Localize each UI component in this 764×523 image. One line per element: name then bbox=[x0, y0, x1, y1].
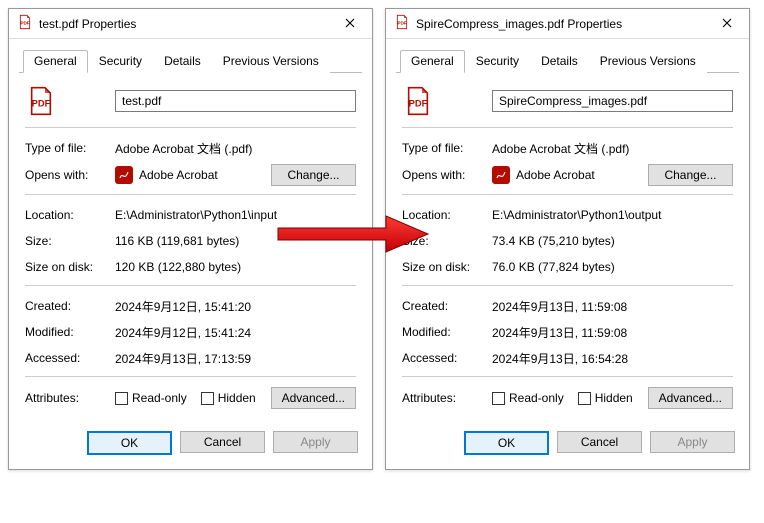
value-created: 2024年9月13日, 11:59:08 bbox=[492, 298, 733, 315]
value-location: E:\Administrator\Python1\input bbox=[115, 208, 356, 222]
tab-content-general: Type of file: Adobe Acrobat 文档 (.pdf) Op… bbox=[9, 73, 372, 421]
separator bbox=[402, 285, 733, 286]
value-size: 73.4 KB (75,210 bytes) bbox=[492, 234, 733, 248]
checkbox-readonly[interactable]: Read-only bbox=[492, 391, 564, 405]
label-opens-with: Opens with: bbox=[25, 168, 115, 182]
label-opens-with: Opens with: bbox=[402, 168, 492, 182]
properties-dialog-left: test.pdf Properties General Security Det… bbox=[8, 8, 373, 470]
window-title: test.pdf Properties bbox=[39, 17, 330, 31]
value-location: E:\Administrator\Python1\output bbox=[492, 208, 733, 222]
label-modified: Modified: bbox=[402, 325, 492, 339]
opens-with-text: Adobe Acrobat bbox=[139, 168, 218, 182]
acrobat-icon bbox=[492, 166, 510, 184]
apply-button[interactable]: Apply bbox=[273, 431, 358, 453]
close-button[interactable] bbox=[707, 9, 747, 37]
value-type-of-file: Adobe Acrobat 文档 (.pdf) bbox=[115, 140, 356, 157]
value-accessed: 2024年9月13日, 17:13:59 bbox=[115, 350, 356, 367]
window-title: SpireCompress_images.pdf Properties bbox=[416, 17, 707, 31]
close-button[interactable] bbox=[330, 9, 370, 37]
checkbox-readonly-label: Read-only bbox=[509, 391, 564, 405]
tab-details[interactable]: Details bbox=[153, 50, 212, 73]
properties-dialog-right: SpireCompress_images.pdf Properties Gene… bbox=[385, 8, 750, 470]
advanced-button[interactable]: Advanced... bbox=[271, 387, 356, 409]
tab-general[interactable]: General bbox=[400, 50, 465, 73]
tab-strip: General Security Details Previous Versio… bbox=[19, 49, 362, 73]
tab-strip: General Security Details Previous Versio… bbox=[396, 49, 739, 73]
file-type-icon bbox=[25, 85, 115, 117]
close-icon bbox=[345, 18, 355, 28]
label-location: Location: bbox=[402, 208, 492, 222]
ok-button[interactable]: OK bbox=[87, 431, 172, 455]
separator bbox=[402, 194, 733, 195]
value-created: 2024年9月12日, 15:41:20 bbox=[115, 298, 356, 315]
filename-input[interactable] bbox=[115, 90, 356, 112]
label-created: Created: bbox=[25, 299, 115, 313]
value-modified: 2024年9月13日, 11:59:08 bbox=[492, 324, 733, 341]
dialog-button-bar: OK Cancel Apply bbox=[386, 421, 749, 469]
opens-with-value: Adobe Acrobat bbox=[115, 166, 218, 184]
separator bbox=[25, 194, 356, 195]
tab-details[interactable]: Details bbox=[530, 50, 589, 73]
tab-previous[interactable]: Previous Versions bbox=[589, 50, 707, 73]
titlebar: test.pdf Properties bbox=[9, 9, 372, 39]
checkbox-readonly[interactable]: Read-only bbox=[115, 391, 187, 405]
label-size-on-disk: Size on disk: bbox=[25, 260, 115, 274]
checkbox-readonly-label: Read-only bbox=[132, 391, 187, 405]
label-modified: Modified: bbox=[25, 325, 115, 339]
pdf-icon bbox=[17, 14, 33, 33]
label-accessed: Accessed: bbox=[402, 351, 492, 365]
cancel-button[interactable]: Cancel bbox=[557, 431, 642, 453]
tab-previous[interactable]: Previous Versions bbox=[212, 50, 330, 73]
value-size-on-disk: 120 KB (122,880 bytes) bbox=[115, 260, 356, 274]
tab-security[interactable]: Security bbox=[465, 50, 530, 73]
label-attributes: Attributes: bbox=[402, 391, 492, 405]
label-size: Size: bbox=[402, 234, 492, 248]
titlebar: SpireCompress_images.pdf Properties bbox=[386, 9, 749, 39]
close-icon bbox=[722, 18, 732, 28]
pdf-icon bbox=[394, 14, 410, 33]
value-modified: 2024年9月12日, 15:41:24 bbox=[115, 324, 356, 341]
label-attributes: Attributes: bbox=[25, 391, 115, 405]
value-type-of-file: Adobe Acrobat 文档 (.pdf) bbox=[492, 140, 733, 157]
acrobat-icon bbox=[115, 166, 133, 184]
checkbox-hidden[interactable]: Hidden bbox=[578, 391, 633, 405]
change-button[interactable]: Change... bbox=[648, 164, 733, 186]
dialog-button-bar: OK Cancel Apply bbox=[9, 421, 372, 469]
checkbox-hidden[interactable]: Hidden bbox=[201, 391, 256, 405]
separator bbox=[25, 285, 356, 286]
checkbox-hidden-label: Hidden bbox=[595, 391, 633, 405]
checkbox-box bbox=[201, 392, 214, 405]
separator bbox=[25, 127, 356, 128]
separator bbox=[25, 376, 356, 377]
opens-with-text: Adobe Acrobat bbox=[516, 168, 595, 182]
tab-content-general: Type of file: Adobe Acrobat 文档 (.pdf) Op… bbox=[386, 73, 749, 421]
label-accessed: Accessed: bbox=[25, 351, 115, 365]
filename-input[interactable] bbox=[492, 90, 733, 112]
label-created: Created: bbox=[402, 299, 492, 313]
tab-security[interactable]: Security bbox=[88, 50, 153, 73]
checkbox-box bbox=[578, 392, 591, 405]
opens-with-value: Adobe Acrobat bbox=[492, 166, 595, 184]
checkbox-box bbox=[115, 392, 128, 405]
change-button[interactable]: Change... bbox=[271, 164, 356, 186]
separator bbox=[402, 376, 733, 377]
cancel-button[interactable]: Cancel bbox=[180, 431, 265, 453]
ok-button[interactable]: OK bbox=[464, 431, 549, 455]
file-type-icon bbox=[402, 85, 492, 117]
label-type-of-file: Type of file: bbox=[25, 141, 115, 155]
separator bbox=[402, 127, 733, 128]
label-type-of-file: Type of file: bbox=[402, 141, 492, 155]
advanced-button[interactable]: Advanced... bbox=[648, 387, 733, 409]
value-accessed: 2024年9月13日, 16:54:28 bbox=[492, 350, 733, 367]
checkbox-hidden-label: Hidden bbox=[218, 391, 256, 405]
value-size-on-disk: 76.0 KB (77,824 bytes) bbox=[492, 260, 733, 274]
label-size-on-disk: Size on disk: bbox=[402, 260, 492, 274]
checkbox-box bbox=[492, 392, 505, 405]
label-location: Location: bbox=[25, 208, 115, 222]
apply-button[interactable]: Apply bbox=[650, 431, 735, 453]
value-size: 116 KB (119,681 bytes) bbox=[115, 234, 356, 248]
label-size: Size: bbox=[25, 234, 115, 248]
tab-general[interactable]: General bbox=[23, 50, 88, 73]
